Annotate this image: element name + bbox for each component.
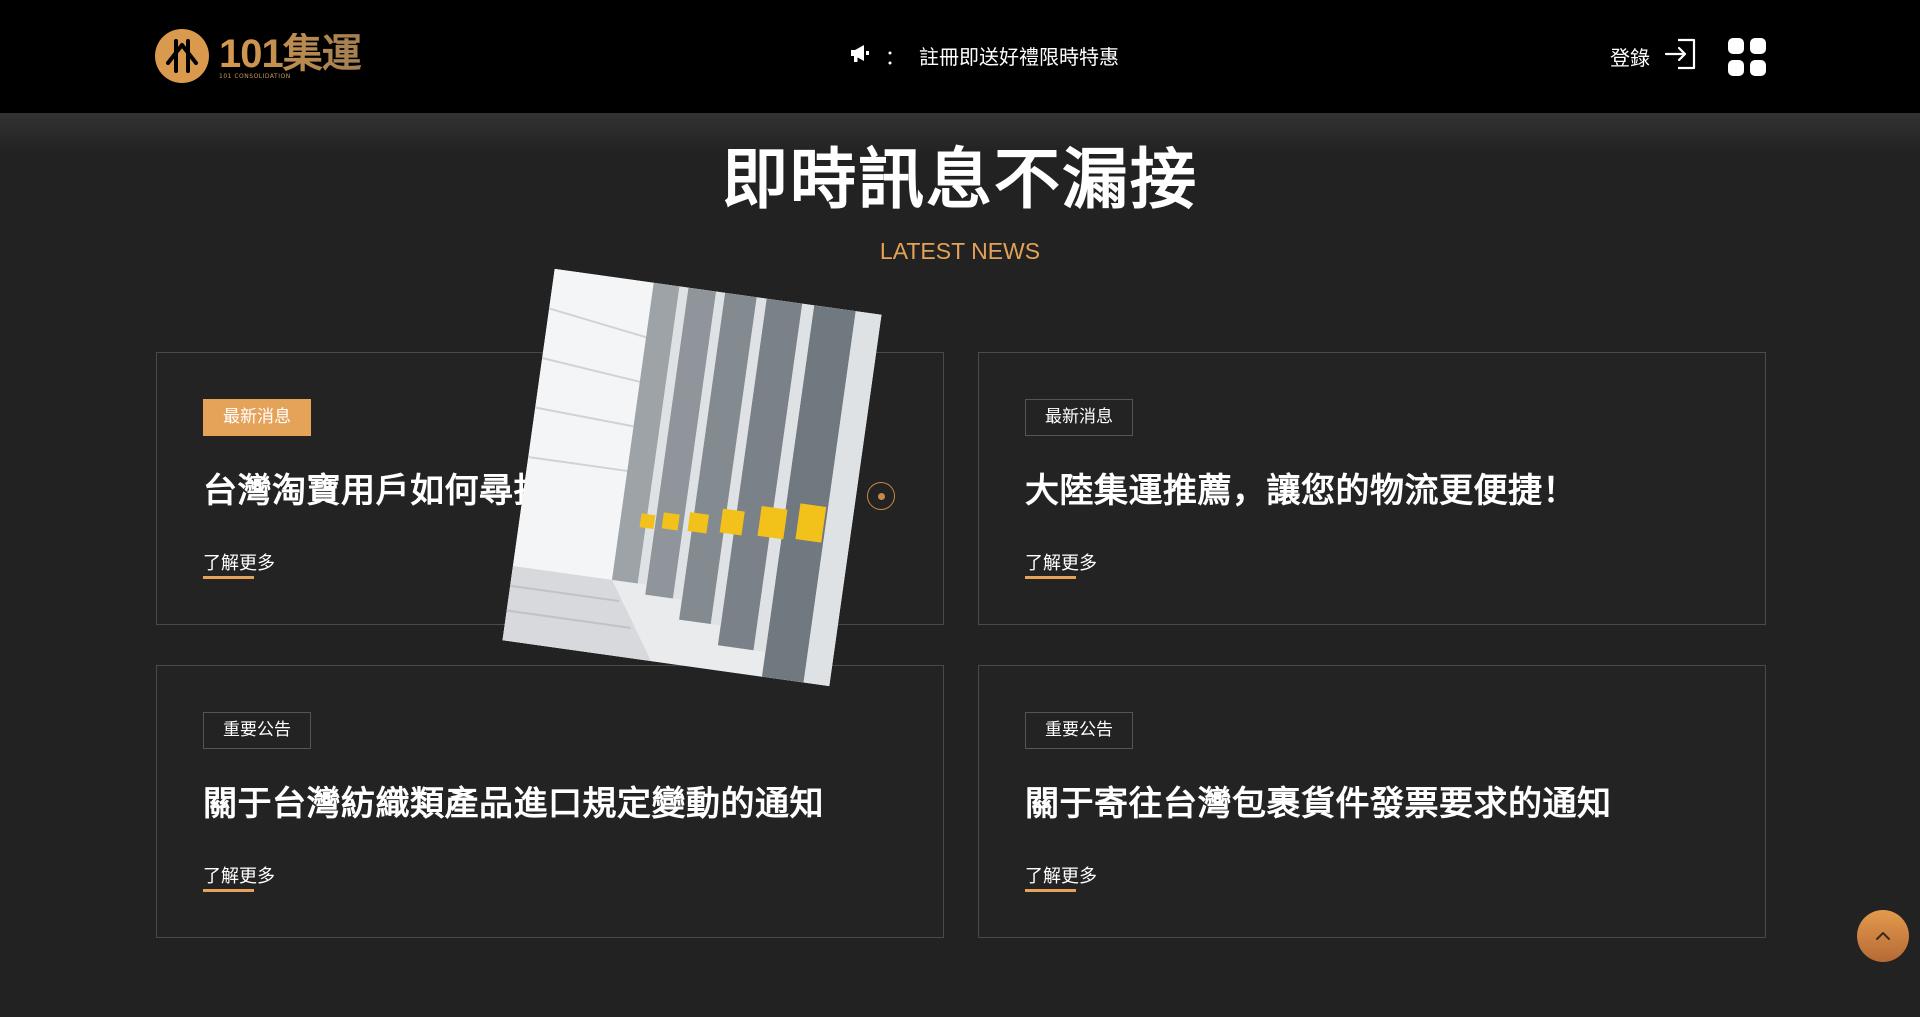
back-to-top-button[interactable]	[1857, 910, 1909, 962]
read-more-underline	[203, 889, 254, 892]
announcement-text: 註冊即送好禮限時特惠	[919, 44, 1119, 69]
site-logo[interactable]: 101集運 101 CONSOLIDATION	[155, 28, 362, 84]
announcement-colon: ：	[885, 44, 905, 69]
read-more-underline	[203, 576, 254, 579]
read-more-link[interactable]: 了解更多	[203, 862, 275, 888]
read-more-underline	[1025, 576, 1076, 579]
announcement-bar[interactable]: ： 註冊即送好禮限時特惠	[849, 40, 1119, 70]
news-tag: 重要公告	[203, 712, 311, 749]
news-tag: 最新消息	[203, 399, 311, 436]
login-button[interactable]: 登錄	[1610, 37, 1698, 75]
news-title[interactable]: 關于台灣紡織類產品進口規定變動的通知	[203, 776, 824, 825]
news-title[interactable]: 關于寄往台灣包裹貨件發票要求的通知	[1025, 776, 1612, 825]
news-hover-image	[502, 268, 882, 687]
read-more-underline	[1025, 889, 1076, 892]
news-tag: 重要公告	[1025, 712, 1133, 749]
login-label: 登錄	[1610, 45, 1650, 70]
logo-mark-icon	[155, 29, 209, 83]
logo-subtitle: 101 CONSOLIDATION	[219, 72, 291, 80]
megaphone-icon	[849, 43, 871, 68]
logo-title: 101集運	[219, 31, 362, 76]
news-title[interactable]: 大陸集運推薦，讓您的物流更便捷！	[1025, 463, 1577, 512]
login-icon	[1664, 37, 1698, 76]
news-tag: 最新消息	[1025, 399, 1133, 436]
section-subtitle: LATEST NEWS	[879, 238, 1041, 264]
read-more-link[interactable]: 了解更多	[1025, 549, 1097, 575]
read-more-link[interactable]: 了解更多	[203, 549, 275, 575]
news-card[interactable]: 重要公告 關于寄往台灣包裹貨件發票要求的通知 了解更多	[978, 665, 1766, 938]
news-title[interactable]: 台灣淘寶用戶如何尋找	[203, 463, 548, 512]
section-title: 即時訊息不漏接	[722, 141, 1198, 218]
read-more-link[interactable]: 了解更多	[1025, 862, 1097, 888]
news-card[interactable]: 重要公告 關于台灣紡織類產品進口規定變動的通知 了解更多	[156, 665, 944, 938]
cursor-indicator	[867, 482, 895, 510]
chevron-up-icon	[1874, 927, 1892, 946]
news-card[interactable]: 最新消息 大陸集運推薦，讓您的物流更便捷！ 了解更多	[978, 352, 1766, 625]
grid-menu-icon[interactable]	[1728, 38, 1766, 76]
